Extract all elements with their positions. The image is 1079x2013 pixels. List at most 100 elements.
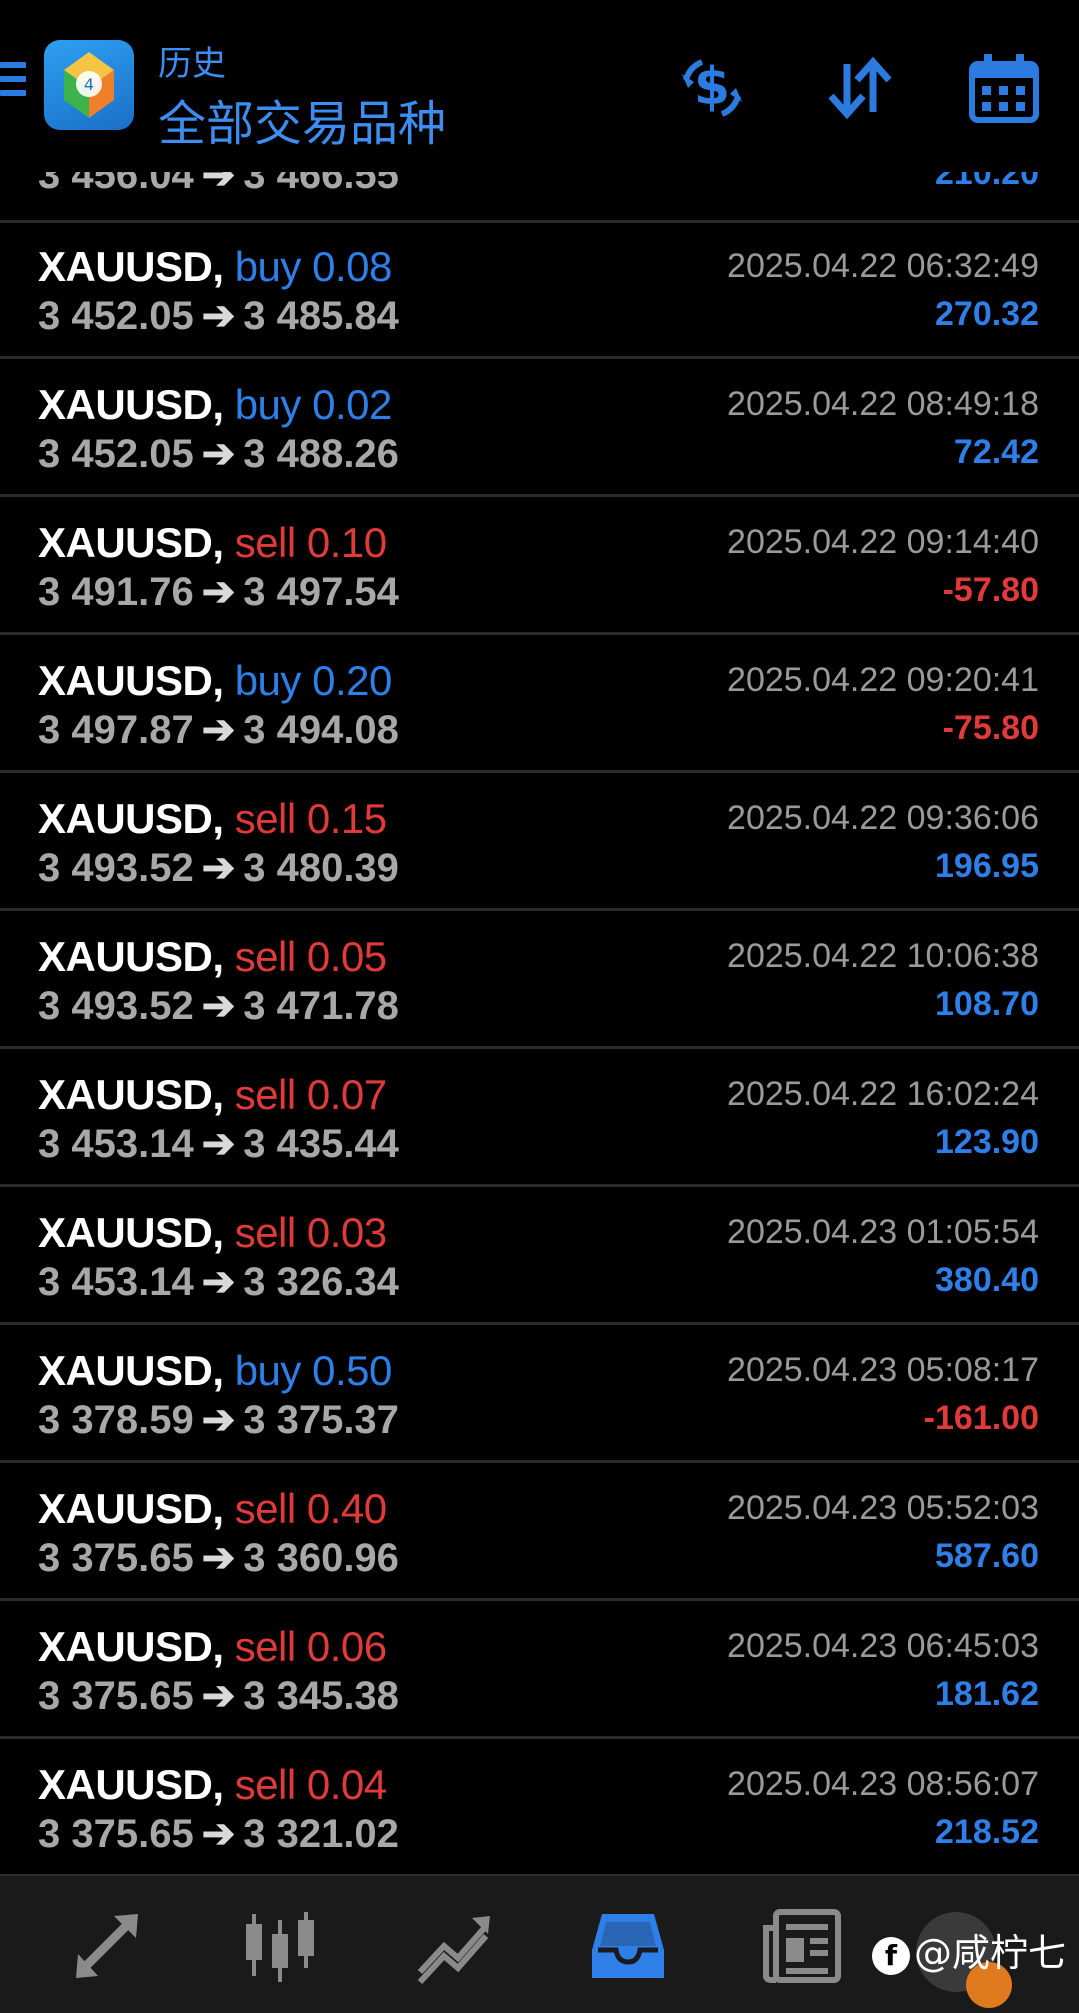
trade-symbol-line: XAUUSD, sell 0.05 bbox=[38, 933, 387, 981]
profit-value: 380.40 bbox=[935, 1261, 1039, 1299]
trade-symbol-line: XAUUSD, sell 0.06 bbox=[38, 1623, 387, 1671]
profit-value: 218.52 bbox=[935, 1813, 1039, 1851]
symbol: XAUUSD, bbox=[38, 1623, 224, 1670]
arrow-right-icon: ➔ bbox=[201, 1398, 236, 1442]
open-price: 3 497.87 bbox=[38, 708, 194, 752]
price-range: 3 497.87 ➔ 3 494.08 bbox=[38, 707, 399, 753]
trade-side: sell bbox=[234, 1071, 297, 1118]
profit-value: 270.32 bbox=[935, 295, 1039, 333]
news-icon[interactable] bbox=[762, 1906, 842, 1986]
profit-value: 196.95 bbox=[935, 847, 1039, 885]
trade-time: 2025.04.23 06:45:03 bbox=[727, 1627, 1039, 1665]
trade-row[interactable]: XAUUSD, sell 0.04 3 375.65 ➔ 3 321.02 2025.0… bbox=[0, 1741, 1079, 1877]
trade-time: 2025.04.22 16:02:24 bbox=[727, 1075, 1039, 1113]
open-price: 3 493.52 bbox=[38, 846, 194, 890]
arrow-right-icon: ➔ bbox=[201, 1812, 236, 1856]
trade-time: 2025.04.22 10:06:38 bbox=[727, 937, 1039, 975]
close-price: 3 485.84 bbox=[243, 294, 399, 338]
history-icon[interactable] bbox=[588, 1906, 668, 1986]
symbol-filter[interactable]: 全部交易品种 bbox=[158, 84, 446, 154]
price-range: 3 491.76 ➔ 3 497.54 bbox=[38, 569, 399, 615]
open-price: 3 491.76 bbox=[38, 570, 194, 614]
trade-side: sell bbox=[234, 1623, 297, 1670]
close-price: 3 488.26 bbox=[243, 432, 399, 476]
trade-volume: 0.20 bbox=[312, 657, 392, 704]
trade-side: buy bbox=[234, 657, 302, 704]
trade-row[interactable]: XAUUSD, buy 0.08 3 452.05 ➔ 3 485.84 2025.04… bbox=[0, 223, 1079, 359]
price-range: 3 452.05 ➔ 3 485.84 bbox=[38, 293, 399, 339]
profit-value: 108.70 bbox=[935, 985, 1039, 1023]
trade-row[interactable]: XAUUSD, buy 0.20 3 497.87 ➔ 3 494.08 2025.04… bbox=[0, 637, 1079, 773]
trade-time: 2025.04.22 08:49:18 bbox=[727, 385, 1039, 423]
symbol: XAUUSD, bbox=[38, 1485, 224, 1532]
close-price: 3 360.96 bbox=[243, 1536, 399, 1580]
arrow-right-icon: ➔ bbox=[201, 1674, 236, 1718]
price-range: 3 453.14 ➔ 3 435.44 bbox=[38, 1121, 399, 1167]
trade-symbol-line: XAUUSD, sell 0.10 bbox=[38, 519, 387, 567]
close-price: 3 326.34 bbox=[243, 1260, 399, 1304]
profit-value: 587.60 bbox=[935, 1537, 1039, 1575]
price-range: 3 378.59 ➔ 3 375.37 bbox=[38, 1397, 399, 1443]
trade-side: sell bbox=[234, 795, 297, 842]
trade-volume: 0.05 bbox=[306, 933, 387, 980]
trade-row[interactable]: XAUUSD, sell 0.06 3 375.65 ➔ 3 345.38 2025.0… bbox=[0, 1603, 1079, 1739]
open-price: 3 453.14 bbox=[38, 1260, 194, 1304]
trade-volume: 0.07 bbox=[306, 1071, 387, 1118]
trade-symbol-line: XAUUSD, buy 0.08 bbox=[38, 243, 392, 291]
trade-side: buy bbox=[234, 381, 302, 428]
close-price: 3 471.78 bbox=[243, 984, 399, 1028]
trade-side: sell bbox=[234, 1485, 297, 1532]
trade-side: sell bbox=[234, 1761, 297, 1808]
trade-time: 2025.04.22 09:14:40 bbox=[727, 523, 1039, 561]
profit-value: -57.80 bbox=[942, 571, 1039, 609]
trade-row[interactable]: XAUUSD, buy 0.02 3 452.05 ➔ 3 488.26 2025.04… bbox=[0, 361, 1079, 497]
arrow-right-icon: ➔ bbox=[201, 570, 236, 614]
open-price: 3 375.65 bbox=[38, 1812, 194, 1856]
menu-icon[interactable] bbox=[0, 62, 28, 106]
trade-time: 2025.04.23 05:08:17 bbox=[727, 1351, 1039, 1389]
symbol: XAUUSD, bbox=[38, 1761, 224, 1808]
trade-symbol-line: XAUUSD, buy 0.20 bbox=[38, 657, 392, 705]
symbol: XAUUSD, bbox=[38, 1209, 224, 1256]
trade-side: sell bbox=[234, 1209, 297, 1256]
price-range: 3 375.65 ➔ 3 321.02 bbox=[38, 1811, 399, 1857]
close-price: 3 345.38 bbox=[243, 1674, 399, 1718]
symbol: XAUUSD, bbox=[38, 243, 224, 290]
symbol: XAUUSD, bbox=[38, 519, 224, 566]
trade-row[interactable]: XAUUSD, sell 0.40 3 375.65 ➔ 3 360.96 2025.0… bbox=[0, 1465, 1079, 1601]
trade-row[interactable]: XAUUSD, sell 0.07 3 453.14 ➔ 3 435.44 2025.0… bbox=[0, 1051, 1079, 1187]
chart-icon[interactable] bbox=[240, 1906, 320, 1986]
arrow-right-icon: ➔ bbox=[201, 846, 236, 890]
sort-icon[interactable] bbox=[823, 52, 895, 124]
close-price: 3 375.37 bbox=[243, 1398, 399, 1442]
trade-volume: 0.10 bbox=[306, 519, 387, 566]
profit-value: 72.42 bbox=[953, 433, 1039, 471]
dollar-refresh-icon[interactable]: $ bbox=[676, 52, 748, 124]
trade-row[interactable]: XAUUSD, sell 0.03 3 453.14 ➔ 3 326.34 2025.0… bbox=[0, 1189, 1079, 1325]
trade-symbol-line: XAUUSD, sell 0.07 bbox=[38, 1071, 387, 1119]
open-price: 3 375.65 bbox=[38, 1536, 194, 1580]
top-bar: 4 历史 全部交易品种 $ bbox=[0, 0, 1079, 172]
trade-row[interactable]: XAUUSD, sell 0.05 3 493.52 ➔ 3 471.78 2025.0… bbox=[0, 913, 1079, 1049]
trade-volume: 0.50 bbox=[312, 1347, 392, 1394]
trade-row[interactable]: XAUUSD, sell 0.15 3 493.52 ➔ 3 480.39 2025.0… bbox=[0, 775, 1079, 911]
trade-icon[interactable] bbox=[414, 1906, 494, 1986]
trade-row[interactable]: XAUUSD, buy 0.50 3 378.59 ➔ 3 375.37 2025.04… bbox=[0, 1327, 1079, 1463]
open-price: 3 378.59 bbox=[38, 1398, 194, 1442]
close-price: 3 435.44 bbox=[243, 1122, 399, 1166]
quotes-icon[interactable] bbox=[68, 1906, 148, 1986]
trade-volume: 0.02 bbox=[312, 381, 392, 428]
close-price: 3 497.54 bbox=[243, 570, 399, 614]
profit-value: -161.00 bbox=[923, 1399, 1039, 1437]
trade-volume: 0.06 bbox=[306, 1623, 387, 1670]
symbol: XAUUSD, bbox=[38, 657, 224, 704]
open-price: 3 453.14 bbox=[38, 1122, 194, 1166]
arrow-right-icon: ➔ bbox=[201, 984, 236, 1028]
trade-row[interactable]: XAUUSD, sell 0.10 3 491.76 ➔ 3 497.54 2025.0… bbox=[0, 499, 1079, 635]
trade-symbol-line: XAUUSD, sell 0.03 bbox=[38, 1209, 387, 1257]
calendar-icon[interactable] bbox=[968, 52, 1040, 124]
trade-volume: 0.08 bbox=[312, 243, 392, 290]
trade-time: 2025.04.23 05:52:03 bbox=[727, 1489, 1039, 1527]
symbol: XAUUSD, bbox=[38, 1347, 224, 1394]
trade-symbol-line: XAUUSD, sell 0.40 bbox=[38, 1485, 387, 1533]
